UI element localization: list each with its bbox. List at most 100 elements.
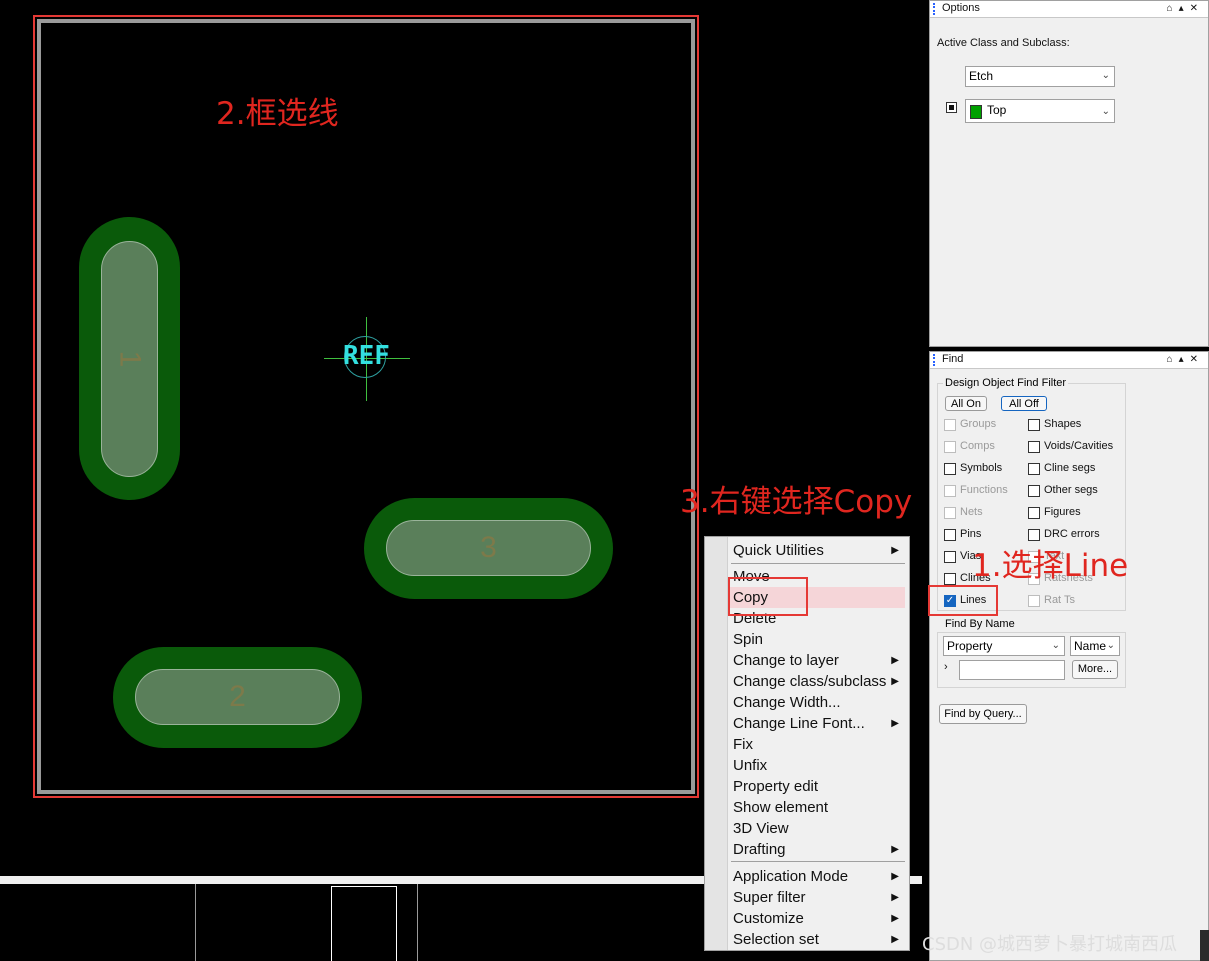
filter-checkbox[interactable] bbox=[944, 463, 956, 475]
all-on-button[interactable]: All On bbox=[945, 396, 987, 411]
menu-item[interactable]: Change class/subclass ▶ bbox=[733, 671, 905, 692]
filter-label: Pins bbox=[960, 528, 982, 540]
menu-item-label: Change Line Font... bbox=[733, 715, 865, 732]
menu-item[interactable]: Property edit bbox=[733, 776, 905, 797]
property-select[interactable]: Property ⌄ bbox=[943, 636, 1065, 656]
menu-item-label: Show element bbox=[733, 799, 829, 816]
filter-label: Figures bbox=[1044, 506, 1081, 518]
find-filter-label: Design Object Find Filter bbox=[943, 377, 1069, 389]
submenu-arrow-icon: ▶ bbox=[891, 655, 899, 666]
find-by-query-button[interactable]: Find by Query... bbox=[939, 704, 1027, 724]
pad-1[interactable]: 1 bbox=[79, 217, 180, 500]
annotation-step1: 1.选择Line bbox=[972, 548, 1129, 584]
menu-item[interactable]: Change to layer ▶ bbox=[733, 650, 905, 671]
divider bbox=[417, 884, 418, 961]
watermark: CSDN @城西萝卜暴打城南西瓜 bbox=[922, 934, 1178, 955]
submenu-arrow-icon: ▶ bbox=[891, 844, 899, 855]
filter-checkbox[interactable] bbox=[1028, 485, 1040, 497]
menu-separator bbox=[731, 563, 905, 564]
menu-item-label: Spin bbox=[733, 631, 764, 648]
filter-checkbox[interactable] bbox=[944, 529, 956, 541]
subclass-value: Top bbox=[987, 103, 1007, 117]
active-class-heading: Active Class and Subclass: bbox=[937, 37, 1070, 49]
annotation-step2: 2.框选线 bbox=[216, 96, 339, 132]
menu-item-label: Change to layer bbox=[733, 652, 839, 669]
filter-label: Rat Ts bbox=[1044, 594, 1075, 606]
find-by-name-label: Find By Name bbox=[943, 618, 1017, 630]
filter-checkbox[interactable] bbox=[1028, 507, 1040, 519]
filter-checkbox[interactable] bbox=[1028, 419, 1040, 431]
filter-checkbox bbox=[1028, 595, 1040, 607]
filter-label: Cline segs bbox=[1044, 462, 1096, 474]
property-value: Property bbox=[947, 639, 993, 653]
filter-checkbox[interactable] bbox=[944, 551, 956, 563]
menu-item[interactable]: Application Mode ▶ bbox=[733, 866, 905, 887]
find-title: Find bbox=[942, 353, 964, 365]
menu-item[interactable]: Change Width... bbox=[733, 692, 905, 713]
menu-item-label: Change class/subclass bbox=[733, 673, 887, 690]
filter-label: Other segs bbox=[1044, 484, 1098, 496]
menu-item[interactable]: Show element bbox=[733, 797, 905, 818]
pad-3-body: 3 bbox=[386, 520, 591, 576]
menu-item-label: 3D View bbox=[733, 820, 789, 837]
all-off-button[interactable]: All Off bbox=[1001, 396, 1047, 411]
menu-item-label: Change Width... bbox=[733, 694, 841, 711]
filter-checkbox bbox=[944, 507, 956, 519]
scrollbar-grip[interactable] bbox=[1200, 930, 1209, 961]
menu-item[interactable]: Quick Utilities ▶ bbox=[733, 540, 905, 561]
menu-item-label: Fix bbox=[733, 736, 753, 753]
menu-item-label: Quick Utilities bbox=[733, 542, 824, 559]
menu-item-label: Selection set bbox=[733, 931, 819, 948]
subclass-color-swatch bbox=[970, 105, 982, 119]
menu-item-label: Property edit bbox=[733, 778, 819, 795]
submenu-arrow-icon: ▶ bbox=[891, 892, 899, 903]
subclass-select[interactable]: Top ⌄ bbox=[965, 99, 1115, 123]
filter-checkbox[interactable] bbox=[1028, 441, 1040, 453]
menu-item[interactable]: Customize ▶ bbox=[733, 908, 905, 929]
pad-2-body: 2 bbox=[135, 669, 340, 725]
menu-item[interactable]: Fix bbox=[733, 734, 905, 755]
find-title-bar: Find ⌂▴✕ bbox=[930, 352, 1208, 369]
menu-item-label: Application Mode bbox=[733, 868, 849, 885]
chevron-down-icon: ⌄ bbox=[1106, 640, 1115, 651]
submenu-arrow-icon: ▶ bbox=[891, 871, 899, 882]
expand-arrow-icon[interactable]: › bbox=[944, 661, 948, 673]
options-title-bar: Options ⌂▴✕ bbox=[930, 1, 1208, 18]
menu-item[interactable]: Selection set ▶ bbox=[733, 929, 905, 950]
submenu-arrow-icon: ▶ bbox=[891, 676, 899, 687]
class-select[interactable]: Etch ⌄ bbox=[965, 66, 1115, 87]
filter-label: Groups bbox=[960, 418, 997, 430]
filter-label: Shapes bbox=[1044, 418, 1082, 430]
menu-item[interactable]: Change Line Font... ▶ bbox=[733, 713, 905, 734]
menu-item[interactable]: Spin bbox=[733, 629, 905, 650]
filter-label: Comps bbox=[960, 440, 995, 452]
menu-item-label: Drafting bbox=[733, 841, 786, 858]
pad-1-body: 1 bbox=[101, 241, 158, 477]
menu-item[interactable]: Super filter ▶ bbox=[733, 887, 905, 908]
name-select[interactable]: Name ⌄ bbox=[1070, 636, 1120, 656]
menu-item[interactable]: 3D View bbox=[733, 818, 905, 839]
ref-label: REF bbox=[343, 341, 390, 371]
more-button[interactable]: More... bbox=[1072, 660, 1118, 679]
menu-item[interactable]: Unfix bbox=[733, 755, 905, 776]
filter-label: Nets bbox=[960, 506, 983, 518]
pad-2[interactable]: 2 bbox=[113, 647, 362, 748]
options-panel: Options ⌂▴✕ Active Class and Subclass: E… bbox=[929, 0, 1209, 347]
pad-3[interactable]: 3 bbox=[364, 498, 613, 599]
name-value: Name bbox=[1074, 639, 1107, 653]
filter-label: DRC errors bbox=[1044, 528, 1100, 540]
submenu-arrow-icon: ▶ bbox=[891, 934, 899, 945]
filter-checkbox[interactable] bbox=[944, 573, 956, 585]
subclass-visibility-toggle[interactable] bbox=[946, 102, 957, 113]
filter-checkbox[interactable] bbox=[1028, 463, 1040, 475]
panel-controls[interactable]: ⌂▴✕ bbox=[1167, 1, 1204, 16]
filter-label: Voids/Cavities bbox=[1044, 440, 1114, 452]
panel-controls[interactable]: ⌂▴✕ bbox=[1167, 352, 1204, 367]
class-value: Etch bbox=[969, 69, 994, 83]
options-title: Options bbox=[942, 2, 980, 14]
submenu-arrow-icon: ▶ bbox=[891, 913, 899, 924]
submenu-arrow-icon: ▶ bbox=[891, 545, 899, 556]
menu-item-label: Customize bbox=[733, 910, 804, 927]
name-input[interactable] bbox=[959, 660, 1065, 680]
menu-item[interactable]: Drafting ▶ bbox=[733, 839, 905, 860]
